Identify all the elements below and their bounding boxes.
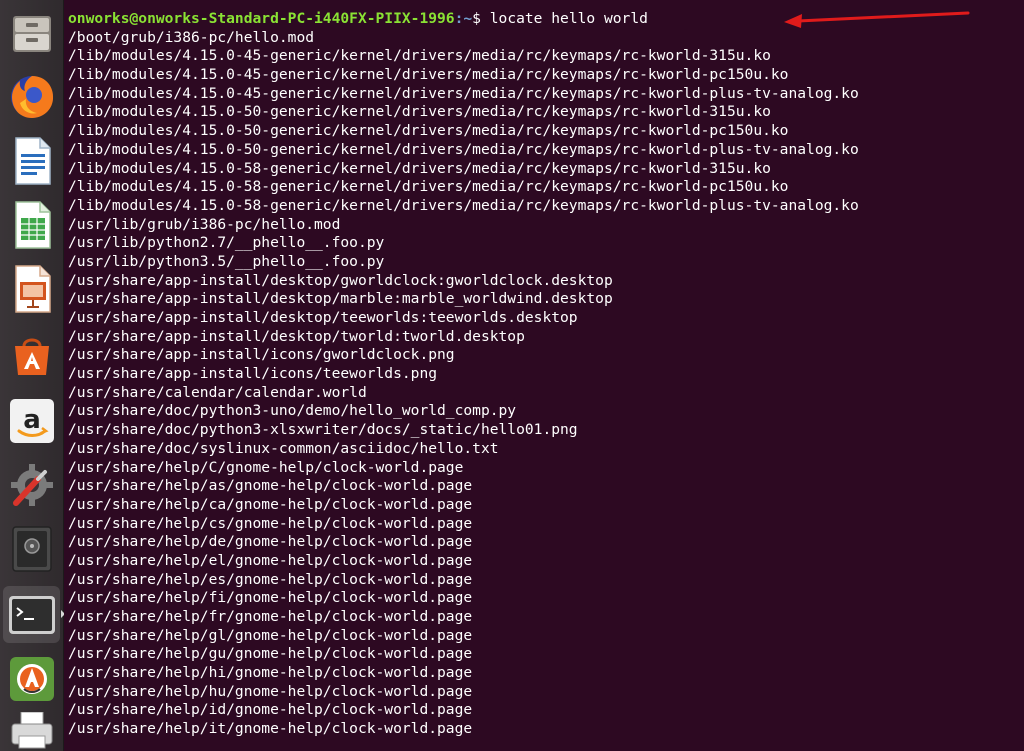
prompt-user-host: onworks@onworks-Standard-PC-i440FX-PIIX-… [68, 10, 455, 27]
output-line: /lib/modules/4.15.0-45-generic/kernel/dr… [68, 66, 789, 84]
output-line: /usr/share/app-install/desktop/tworld:tw… [68, 327, 525, 345]
output-line: /usr/share/help/C/gnome-help/clock-world… [68, 458, 464, 476]
software-center-icon [14, 338, 49, 375]
software-updater-icon [9, 656, 54, 701]
output-line: /usr/share/help/hi/gnome-help/clock-worl… [68, 664, 473, 682]
terminal-window[interactable]: onworks@onworks-Standard-PC-i440FX-PIIX-… [64, 0, 1024, 751]
launcher-item-software-updater[interactable] [3, 650, 60, 707]
printer-icon [11, 712, 52, 749]
output-line: /lib/modules/4.15.0-45-generic/kernel/dr… [68, 47, 771, 65]
svg-text:a: a [23, 405, 41, 435]
output-line: /usr/share/doc/python3-xlsxwriter/docs/_… [68, 421, 578, 439]
prompt-path: :~ [454, 10, 473, 27]
output-line: /usr/share/app-install/icons/gworldclock… [68, 346, 455, 364]
launcher-item-terminal[interactable] [3, 586, 60, 643]
output-line: /usr/share/app-install/icons/teeworlds.p… [68, 365, 438, 383]
launcher-item-files[interactable] [3, 4, 60, 61]
output-line: /usr/share/app-install/desktop/gworldclo… [68, 271, 613, 289]
output-line: /usr/share/calendar/calendar.world [68, 383, 367, 401]
launcher-item-printer[interactable] [3, 712, 60, 751]
firefox-icon [10, 75, 53, 118]
output-line: /lib/modules/4.15.0-58-generic/kernel/dr… [68, 196, 859, 214]
files-icon [12, 15, 51, 52]
output-line: /usr/lib/python3.5/__phello__.foo.py [68, 252, 385, 270]
output-line: /usr/share/app-install/desktop/marble:ma… [68, 290, 613, 308]
output-line: /boot/grub/i386-pc/hello.mod [68, 28, 315, 46]
libreoffice-writer-icon [14, 136, 51, 185]
launcher-item-writer[interactable] [3, 132, 60, 189]
output-line: /usr/share/help/gu/gnome-help/clock-worl… [68, 645, 473, 663]
output-line: /lib/modules/4.15.0-50-generic/kernel/dr… [68, 122, 789, 140]
safe-icon [11, 525, 52, 572]
output-line: /usr/share/help/hu/gnome-help/clock-worl… [68, 682, 473, 700]
launcher-item-safe[interactable] [3, 520, 60, 577]
launcher-sidebar: a [0, 0, 65, 751]
output-line: /lib/modules/4.15.0-45-generic/kernel/dr… [68, 84, 859, 102]
output-line: /usr/share/help/gl/gnome-help/clock-worl… [68, 626, 473, 644]
launcher-item-firefox[interactable] [3, 68, 60, 125]
output-line: /usr/lib/python2.7/__phello__.foo.py [68, 234, 385, 252]
output-line: /lib/modules/4.15.0-58-generic/kernel/dr… [68, 178, 789, 196]
prompt-line: onworks@onworks-Standard-PC-i440FX-PIIX-… [68, 10, 859, 29]
libreoffice-calc-icon [14, 200, 51, 249]
launcher-item-system-settings[interactable] [3, 456, 60, 513]
output-line: /usr/share/help/el/gnome-help/clock-worl… [68, 551, 473, 569]
output-line: /usr/lib/grub/i386-pc/hello.mod [68, 215, 341, 233]
system-settings-icon [10, 463, 53, 506]
output-line: /usr/share/help/id/gnome-help/clock-worl… [68, 701, 473, 719]
output-line: /lib/modules/4.15.0-50-generic/kernel/dr… [68, 140, 859, 158]
output-line: /usr/share/doc/syslinux-common/asciidoc/… [68, 439, 499, 457]
launcher-item-calc[interactable] [3, 196, 60, 253]
output-line: /lib/modules/4.15.0-58-generic/kernel/dr… [68, 159, 771, 177]
libreoffice-impress-icon [14, 264, 51, 313]
output-line: /usr/share/help/de/gnome-help/clock-worl… [68, 533, 473, 551]
launcher-item-software-center[interactable] [3, 326, 60, 383]
output-line: /usr/share/help/as/gnome-help/clock-worl… [68, 477, 473, 495]
output-line: /usr/share/help/cs/gnome-help/clock-worl… [68, 514, 473, 532]
output-line: /usr/share/help/ca/gnome-help/clock-worl… [68, 495, 473, 513]
terminal-output: onworks@onworks-Standard-PC-i440FX-PIIX-… [68, 10, 859, 739]
output-line: /usr/share/help/it/gnome-help/clock-worl… [68, 720, 473, 738]
output-line: /usr/share/help/es/gnome-help/clock-worl… [68, 570, 473, 588]
amazon-icon: a [9, 398, 54, 443]
command-text: locate hello world [489, 10, 648, 27]
output-line: /usr/share/app-install/desktop/teeworlds… [68, 309, 578, 326]
terminal-icon [8, 595, 55, 634]
prompt-symbol: $ [472, 10, 490, 27]
launcher-item-impress[interactable] [3, 260, 60, 317]
output-line: /usr/share/help/fr/gnome-help/clock-worl… [68, 608, 473, 625]
output-line: /usr/share/help/fi/gnome-help/clock-worl… [68, 589, 473, 607]
output-line: /usr/share/doc/python3-uno/demo/hello_wo… [68, 402, 517, 420]
output-line: /lib/modules/4.15.0-50-generic/kernel/dr… [68, 103, 771, 121]
red-annotation-arrow [784, 11, 970, 28]
launcher-item-amazon[interactable]: a [3, 392, 60, 449]
